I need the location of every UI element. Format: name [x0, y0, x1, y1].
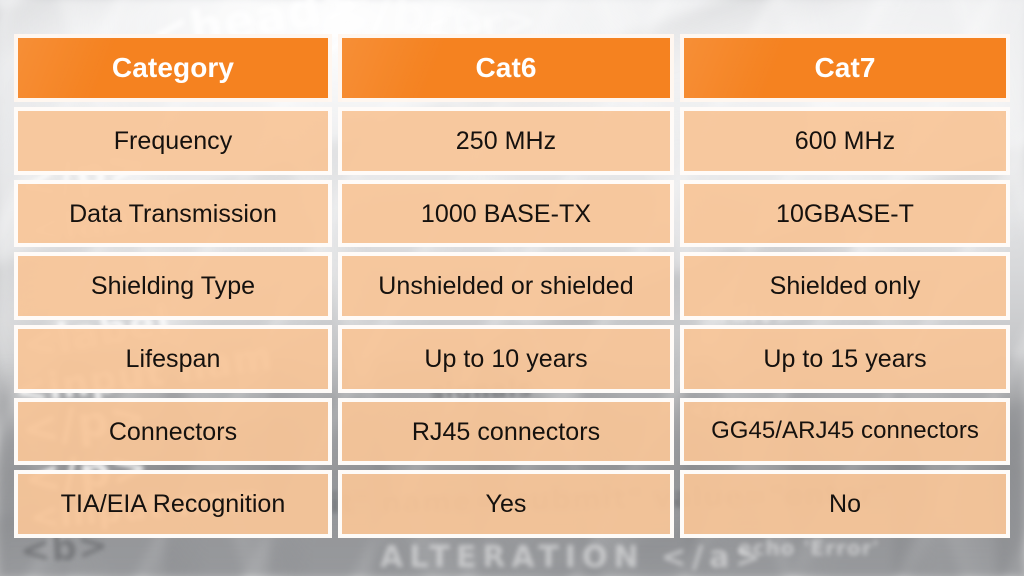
- column-header-category: Category: [14, 34, 332, 102]
- cell-cat7: 600 MHz: [680, 107, 1010, 175]
- cell-cat6: Yes: [338, 470, 674, 539]
- cell-category: Shielding Type: [14, 252, 332, 321]
- cell-cat7: No: [680, 470, 1010, 539]
- cell-category: Frequency: [14, 107, 332, 175]
- cell-category: Connectors: [14, 397, 332, 466]
- table-header-row: Category Cat6 Cat7: [14, 34, 1010, 102]
- table-row: Frequency 250 MHz 600 MHz: [14, 107, 1010, 175]
- background-code-glyph: echo 'Error': [738, 536, 880, 560]
- table-row: Lifespan Up to 10 years Up to 15 years: [14, 325, 1010, 393]
- table-row: Connectors RJ45 connectors GG45/ARJ45 co…: [14, 397, 1010, 466]
- cell-cat6: 250 MHz: [338, 107, 674, 175]
- cell-category: Lifespan: [14, 325, 332, 393]
- cell-cat6: Up to 10 years: [338, 325, 674, 393]
- cell-cat6: 1000 BASE-TX: [338, 179, 674, 248]
- cell-cat7: Shielded only: [680, 252, 1010, 321]
- cell-cat6: RJ45 connectors: [338, 397, 674, 466]
- cell-cat7: Up to 15 years: [680, 325, 1010, 393]
- table-row: Shielding Type Unshielded or shielded Sh…: [14, 252, 1010, 321]
- cell-cat7: GG45/ARJ45 connectors: [680, 397, 1010, 466]
- background-code-glyph: ALTERATION </a>: [380, 540, 767, 575]
- column-header-cat7: Cat7: [680, 34, 1010, 102]
- cell-category: Data Transmission: [14, 179, 332, 248]
- column-header-cat6: Cat6: [338, 34, 674, 102]
- cell-cat6: Unshielded or shielded: [338, 252, 674, 321]
- cell-category: TIA/EIA Recognition: [14, 470, 332, 539]
- comparison-table: Category Cat6 Cat7 Frequency 250 MHz 600…: [14, 34, 1010, 539]
- table-row: TIA/EIA Recognition Yes No: [14, 470, 1010, 539]
- cell-cat7: 10GBASE-T: [680, 179, 1010, 248]
- table-row: Data Transmission 1000 BASE-TX 10GBASE-T: [14, 179, 1010, 248]
